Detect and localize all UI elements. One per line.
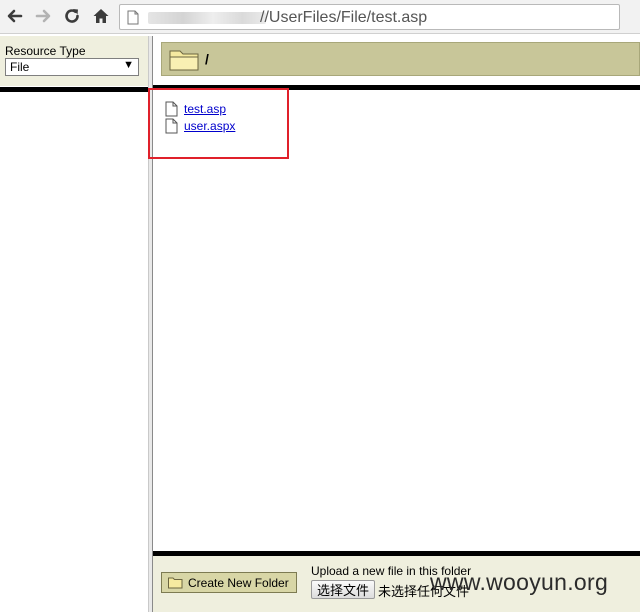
create-new-folder-label: Create New Folder xyxy=(188,575,289,590)
folder-icon xyxy=(168,577,183,588)
resource-type-select[interactable]: File ▼ xyxy=(5,58,139,76)
home-icon xyxy=(93,9,109,23)
create-new-folder-button[interactable]: Create New Folder xyxy=(161,572,297,593)
back-arrow-icon xyxy=(7,9,23,23)
browser-toolbar: //UserFiles/File/test.asp xyxy=(0,0,640,34)
dropdown-arrow-icon: ▼ xyxy=(123,59,134,71)
watermark: www.wooyun.org xyxy=(430,569,609,595)
resource-type-panel: Resource Type File ▼ xyxy=(0,36,150,86)
current-folder-path: / xyxy=(205,51,209,67)
browser-window: //UserFiles/File/test.asp Resource Type … xyxy=(0,0,640,612)
choose-file-button[interactable]: 选择文件 xyxy=(311,580,375,599)
redacted-host xyxy=(148,12,266,24)
reload-icon xyxy=(65,9,79,23)
left-frame-divider xyxy=(0,87,150,92)
resource-type-value: File xyxy=(10,60,30,74)
forward-button[interactable] xyxy=(32,5,54,27)
back-button[interactable] xyxy=(4,5,26,27)
address-bar[interactable]: //UserFiles/File/test.asp xyxy=(119,4,620,30)
folder-icon xyxy=(169,50,199,71)
reload-button[interactable] xyxy=(61,5,83,27)
highlight-annotation xyxy=(148,88,289,159)
page-icon xyxy=(127,10,139,25)
current-folder-bar: / xyxy=(161,42,640,76)
left-frame: Resource Type File ▼ xyxy=(0,36,153,612)
home-button[interactable] xyxy=(90,5,112,27)
resource-type-label: Resource Type xyxy=(5,44,86,58)
forward-arrow-icon xyxy=(35,9,51,23)
address-text: //UserFiles/File/test.asp xyxy=(260,9,428,26)
